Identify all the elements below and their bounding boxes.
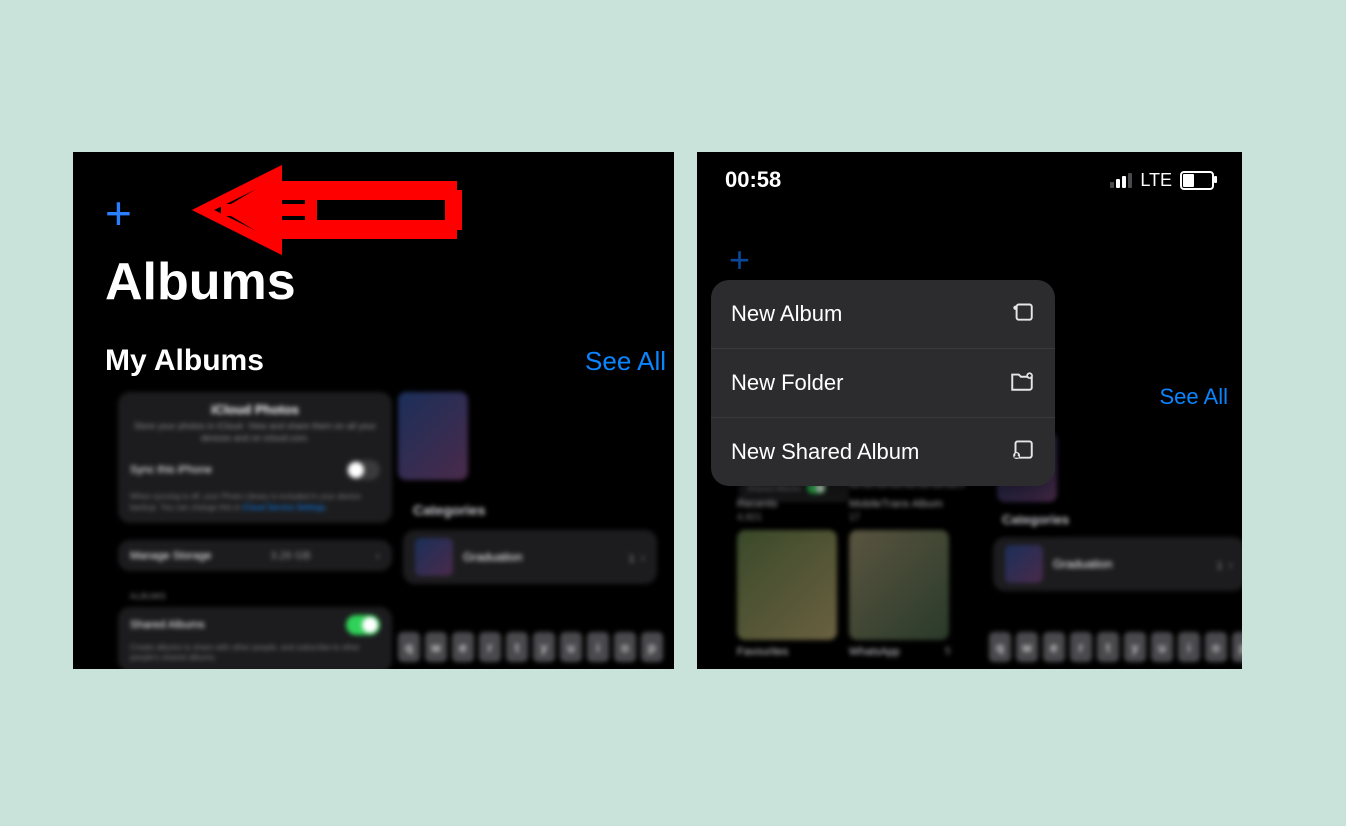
menu-item-folder[interactable]: New Folder [711,349,1055,418]
categories-label: Categories [1002,512,1069,527]
album-thumbnail[interactable] [398,392,468,480]
manage-storage-value: 3.26 GB [270,550,310,562]
key-q[interactable]: q [398,632,420,662]
tile-count: 17 [849,512,860,523]
key-w[interactable]: w [1016,632,1038,662]
section-title: My Albums [105,344,264,378]
category-thumb [415,538,453,576]
album-thumb[interactable] [849,530,949,640]
phone-left: + Albums My Albums See All iCloud Photos… [73,152,674,669]
shared-icon [1009,436,1035,468]
key-i[interactable]: i [587,632,609,662]
add-button[interactable]: + [729,242,750,278]
category-row[interactable]: Graduation 1 [403,530,657,584]
menu-item-shared[interactable]: New Shared Album [711,418,1055,486]
add-button[interactable]: + [105,190,132,236]
tile-count: 4,921 [737,512,762,523]
category-count: 1 [629,550,645,565]
see-all-link[interactable]: See All [1160,384,1229,410]
icloud-settings-link[interactable]: iCloud Service Settings [243,503,326,512]
see-all-link[interactable]: See All [585,346,666,377]
key-y[interactable]: y [533,632,555,662]
key-q[interactable]: q [989,632,1011,662]
annotation-arrow-left [181,165,471,255]
tile-name: Recents [737,498,777,510]
tile-name: MobileTrans Album [849,498,943,510]
key-p[interactable]: p [1232,632,1242,662]
shared-albums-toggle[interactable] [346,615,380,635]
tile-name: Favourites [737,646,788,658]
key-p[interactable]: p [641,632,663,662]
shared-albums-row: Shared Albums Create albums to share wit… [118,607,392,669]
albums-subheader: ALBUMS [130,592,166,601]
tile-name: WhatsApp [849,646,900,658]
album-thumb[interactable] [737,530,837,640]
menu-item-label: New Folder [731,370,843,396]
key-o[interactable]: o [614,632,636,662]
manage-storage-row[interactable]: Manage Storage 3.26 GB [118,540,392,571]
key-i[interactable]: i [1178,632,1200,662]
key-t[interactable]: t [1097,632,1119,662]
key-e[interactable]: e [452,632,474,662]
icloud-heading: iCloud Photos [130,402,380,417]
menu-item-label: New Shared Album [731,439,919,465]
phone-right: 00:58 LTE + New Album New Folder New Share… [697,152,1242,669]
menu-item-album[interactable]: New Album [711,280,1055,349]
category-row[interactable]: Graduation 1 [993,537,1242,591]
categories-label: Categories [413,502,485,518]
page-title: Albums [105,252,296,312]
network-label: LTE [1140,170,1172,191]
shared-albums-note: Create albums to share with other people… [130,643,380,669]
album-icon [1009,298,1035,330]
key-w[interactable]: w [425,632,447,662]
key-y[interactable]: y [1124,632,1146,662]
category-count: 1 [1217,557,1233,572]
section-header: My Albums See All [105,344,666,378]
status-icons: LTE [1110,170,1214,191]
icloud-photos-card: iCloud Photos Store your photos in iClou… [118,392,392,523]
sync-label: Sync this iPhone [130,464,212,476]
tile-count: 5 [945,646,951,657]
folder-icon [1009,367,1035,399]
category-name: Graduation [463,550,522,564]
battery-icon [1180,171,1214,190]
signal-icon [1110,173,1132,188]
status-bar: 00:58 LTE [697,152,1242,208]
category-thumb [1005,545,1043,583]
sync-toggle[interactable] [346,460,380,480]
keyboard-row[interactable]: qwertyuiop [398,632,663,662]
keyboard-row[interactable]: qwertyuiop [989,632,1242,662]
key-u[interactable]: u [560,632,582,662]
key-t[interactable]: t [506,632,528,662]
key-o[interactable]: o [1205,632,1227,662]
key-r[interactable]: r [479,632,501,662]
shared-albums-label: Shared Albums [130,619,205,631]
menu-item-label: New Album [731,301,842,327]
key-e[interactable]: e [1043,632,1065,662]
sync-note: When syncing is off, your Photo Library … [130,492,380,513]
key-r[interactable]: r [1070,632,1092,662]
manage-storage-label: Manage Storage [130,550,211,562]
key-u[interactable]: u [1151,632,1173,662]
category-name: Graduation [1053,557,1112,571]
add-context-menu: New Album New Folder New Shared Album [711,280,1055,486]
icloud-desc: Store your photos in iCloud. View and sh… [130,421,380,444]
status-time: 00:58 [725,167,781,193]
